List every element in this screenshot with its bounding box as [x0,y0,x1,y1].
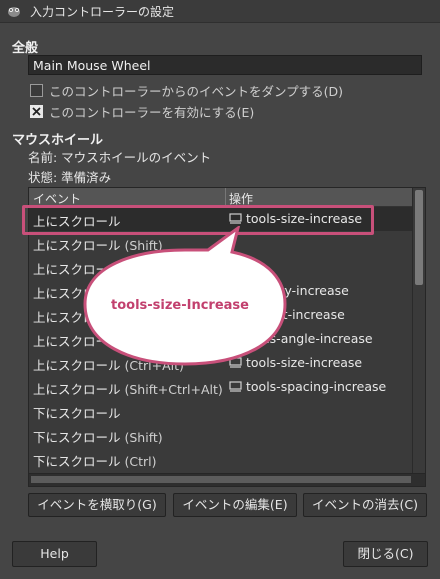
event-name: 上にスクロール [33,382,121,397]
vertical-scrollbar[interactable] [412,188,425,474]
event-name: 下にスクロール [33,430,121,445]
close-button[interactable]: 閉じる(C) [343,541,428,567]
table-row[interactable]: 下にスクロール [29,399,413,423]
horizontal-scroll-thumb[interactable] [31,476,411,483]
event-modifier: (Ctrl) [124,454,157,469]
table-row[interactable]: 下にスクロール (Shift) [29,423,413,447]
column-separator [225,188,226,206]
action-name: tools-spacing-increase [246,379,387,394]
callout-bubble [83,226,287,366]
event-cell: 下にスクロール (Shift) [33,427,163,446]
gimp-icon [8,7,20,17]
controller-name-line: 名前: マウスホイールのイベント [28,150,212,165]
event-name: 下にスクロール [33,454,121,469]
general-section-title: 全般 [12,41,39,56]
enable-controller-checkbox[interactable] [30,104,43,118]
title-bar: 入力コントローラーの設定 [0,0,440,23]
controller-name-input[interactable]: Main Mouse Wheel [28,55,422,75]
grab-event-button[interactable]: イベントを横取り(G) [28,493,166,517]
event-cell: 下にスクロール [33,403,121,422]
vertical-scroll-thumb[interactable] [415,190,423,285]
help-button[interactable]: Help [12,541,97,567]
controller-state-line: 状態: 準備済み [28,170,112,185]
dump-events-checkbox-row[interactable]: このコントローラーからのイベントをダンプする(D) [30,82,344,99]
event-name: 下にスクロール [33,406,121,421]
mouse-wheel-section-title: マウスホイール [12,133,104,148]
check-x-icon [32,106,41,116]
edit-event-button[interactable]: イベントの編集(E) [173,493,297,517]
window-title: 入力コントローラーの設定 [30,5,175,19]
event-modifier: (Shift) [124,430,163,445]
event-cell: 下にスクロール (Ctrl) [33,451,157,470]
dump-events-checkbox[interactable] [30,83,43,97]
table-row[interactable]: 下にスクロール (Ctrl) [29,447,413,471]
enable-controller-label: このコントローラーを有効にする(E) [49,104,255,120]
action-cell: tools-spacing-increase [229,379,386,394]
enable-controller-checkbox-row[interactable]: このコントローラーを有効にする(E) [30,103,255,120]
tool-action-icon [229,381,242,392]
event-cell: 上にスクロール (Shift+Ctrl+Alt) [33,379,223,398]
horizontal-scrollbar[interactable] [29,473,425,486]
clear-event-button[interactable]: イベントの消去(C) [303,493,427,517]
callout-text: tools-size-Increase [111,298,249,313]
table-row[interactable]: 上にスクロール (Shift+Ctrl+Alt) tools-spacing-in… [29,375,413,399]
dump-events-label: このコントローラーからのイベントをダンプする(D) [49,83,344,99]
event-modifier: (Shift+Ctrl+Alt) [124,382,223,397]
